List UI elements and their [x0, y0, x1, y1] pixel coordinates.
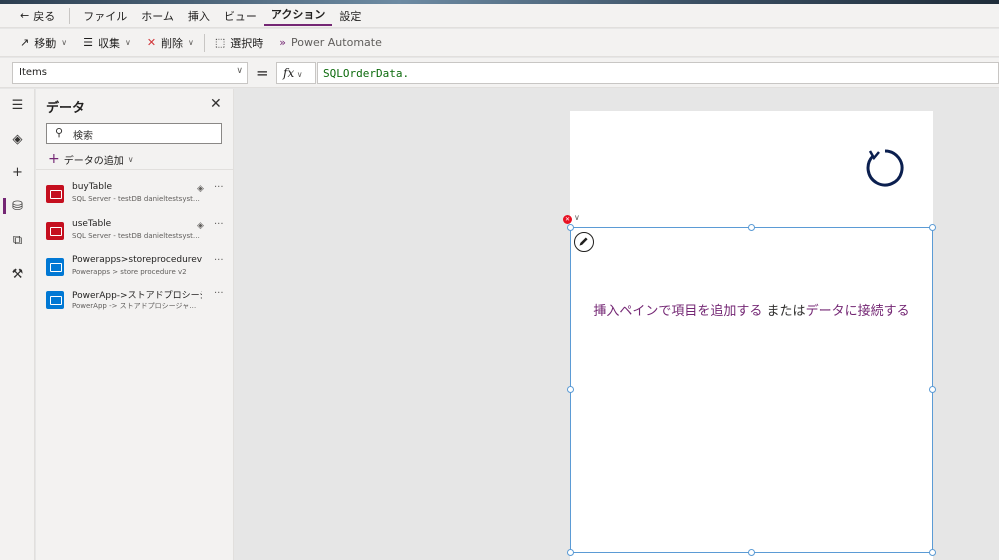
edit-pencil-icon[interactable]: [574, 232, 594, 252]
premium-diamond-icon: ◈: [197, 184, 204, 194]
data-source-name: buyTable: [72, 182, 113, 192]
data-source-name: useTable: [72, 219, 112, 229]
add-data-label: データの追加: [63, 155, 124, 167]
fx-label: fx: [283, 66, 295, 80]
resize-handle[interactable]: [567, 224, 574, 231]
more-options-button[interactable]: ···: [214, 182, 224, 193]
hamburger-icon[interactable]: ☰: [0, 91, 35, 119]
resize-handle[interactable]: [748, 549, 755, 556]
data-source-subtitle: SQL Server - testDB danieltestsyste...: [72, 195, 202, 203]
toolbar: ↗ 移動 ∨ ☰ 収集 ∨ ✕ 削除 ∨ ⬚ 選択時 » Power Autom…: [0, 29, 999, 57]
close-icon: ✕: [146, 36, 157, 49]
menu-home[interactable]: ホーム: [134, 8, 181, 24]
power-automate-button[interactable]: » Power Automate: [271, 36, 390, 49]
formula-text: SQLOrderData.: [323, 67, 410, 80]
chevron-down-icon: ∨: [294, 70, 303, 79]
property-dropdown[interactable]: Items ∨: [12, 62, 248, 84]
data-source-name: PowerApp->ストアドプロシージャ...: [72, 291, 202, 301]
menu-file[interactable]: ファイル: [76, 8, 134, 24]
menu-separator: [69, 7, 71, 24]
chevron-down-icon: ∨: [61, 38, 68, 47]
connect-data-link[interactable]: データに接続する: [806, 304, 910, 319]
gallery-control[interactable]: [570, 227, 933, 553]
power-automate-flow-icon: [46, 258, 64, 276]
add-data-button[interactable]: + データの追加 ∨: [48, 151, 134, 167]
sql-server-icon: [46, 185, 64, 203]
resize-handle[interactable]: [929, 224, 936, 231]
resize-handle[interactable]: [929, 386, 936, 393]
panel-title: データ: [46, 101, 86, 116]
data-source-subtitle: SQL Server - testDB danieltestsyste...: [72, 232, 202, 240]
refresh-icon[interactable]: [865, 148, 905, 188]
power-automate-icon: »: [279, 36, 287, 49]
toolbar-separator: [203, 33, 205, 52]
data-source-item[interactable]: PowerApp->ストアドプロシージャ... PowerApp -> ストアド…: [46, 288, 232, 318]
menu-action[interactable]: アクション: [263, 6, 333, 26]
resize-handle[interactable]: [748, 224, 755, 231]
data-source-item[interactable]: useTable SQL Server - testDB danieltests…: [46, 219, 232, 249]
premium-diamond-icon: ◈: [197, 221, 204, 231]
equals-sign: =: [256, 64, 269, 82]
search-placeholder: 検索: [73, 131, 93, 142]
layers-icon[interactable]: ◈: [0, 125, 35, 153]
more-options-button[interactable]: ···: [214, 255, 224, 266]
search-input[interactable]: ⚲ 検索: [46, 123, 222, 144]
fx-button[interactable]: fx ∨: [276, 62, 316, 84]
left-rail: ☰ ◈ + ⛁ ⧉ ⚒: [0, 89, 35, 560]
move-label: 移動: [34, 36, 57, 50]
resize-handle[interactable]: [567, 386, 574, 393]
power-automate-label: Power Automate: [291, 36, 382, 49]
chevron-down-icon: ∨: [124, 38, 131, 47]
data-source-subtitle: Powerapps > store procedure v2: [72, 268, 187, 276]
list-icon: ☰: [83, 36, 93, 49]
menu-bar: ← 戻る ファイル ホーム 挿入 ビュー アクション 設定: [0, 4, 999, 28]
power-automate-flow-icon: [46, 291, 64, 309]
onselect-button[interactable]: ⬚ 選択時: [207, 35, 271, 51]
insert-pane-link[interactable]: 挿入ペインで項目を追加する: [593, 304, 762, 319]
chevron-down-icon: ∨: [188, 38, 194, 47]
chevron-down-icon: ∨: [127, 154, 134, 164]
delete-button[interactable]: ✕ 削除 ∨: [139, 35, 202, 51]
gallery-empty-hint: 挿入ペインで項目を追加する またはデータに接続する: [570, 300, 933, 319]
menu-settings[interactable]: 設定: [332, 8, 368, 24]
data-source-item[interactable]: Powerapps>storeprocedurev2 Powerapps > s…: [46, 255, 232, 285]
tools-icon[interactable]: ⚒: [0, 260, 35, 288]
chevron-down-icon[interactable]: ∨: [574, 213, 580, 222]
hint-connector: または: [762, 304, 806, 319]
resize-handle[interactable]: [567, 549, 574, 556]
chevron-down-icon: ∨: [236, 66, 243, 76]
media-icon[interactable]: ⧉: [0, 226, 35, 254]
search-icon: ⚲: [55, 126, 64, 139]
close-icon[interactable]: ✕: [210, 96, 222, 112]
property-value: Items: [19, 67, 47, 78]
back-arrow-icon: ←: [20, 9, 30, 22]
more-options-button[interactable]: ···: [214, 219, 224, 230]
data-source-name: Powerapps>storeprocedurev2: [72, 255, 202, 265]
plus-icon: +: [48, 151, 60, 167]
move-button[interactable]: ↗ 移動 ∨: [0, 35, 75, 51]
sql-server-icon: [46, 222, 64, 240]
database-icon[interactable]: ⛁: [0, 192, 35, 220]
cursor-select-icon: ⬚: [214, 36, 226, 49]
panel-divider: [36, 169, 234, 170]
back-label: 戻る: [33, 9, 56, 23]
arrow-diagonal-icon: ↗: [20, 36, 30, 49]
collect-label: 収集: [97, 36, 120, 50]
back-button[interactable]: ← 戻る: [0, 8, 63, 24]
data-source-item[interactable]: buyTable SQL Server - testDB danieltests…: [46, 182, 232, 212]
delete-label: 削除: [161, 36, 184, 50]
data-panel: データ ✕ ⚲ 検索 + データの追加 ∨ buyTable SQL Serve…: [36, 89, 234, 560]
error-icon[interactable]: ✕: [563, 215, 572, 224]
menu-insert[interactable]: 挿入: [181, 8, 217, 24]
data-source-subtitle: PowerApp -> ストアドプロシージャを実行す...: [72, 302, 202, 310]
formula-bar: Items ∨ = fx ∨ SQLOrderData.: [0, 58, 999, 88]
formula-input[interactable]: SQLOrderData.: [317, 62, 999, 84]
plus-icon[interactable]: +: [0, 158, 35, 186]
onselect-label: 選択時: [230, 36, 264, 50]
more-options-button[interactable]: ···: [214, 288, 224, 299]
resize-handle[interactable]: [929, 549, 936, 556]
menu-view[interactable]: ビュー: [217, 8, 264, 24]
collect-button[interactable]: ☰ 収集 ∨: [75, 35, 139, 51]
